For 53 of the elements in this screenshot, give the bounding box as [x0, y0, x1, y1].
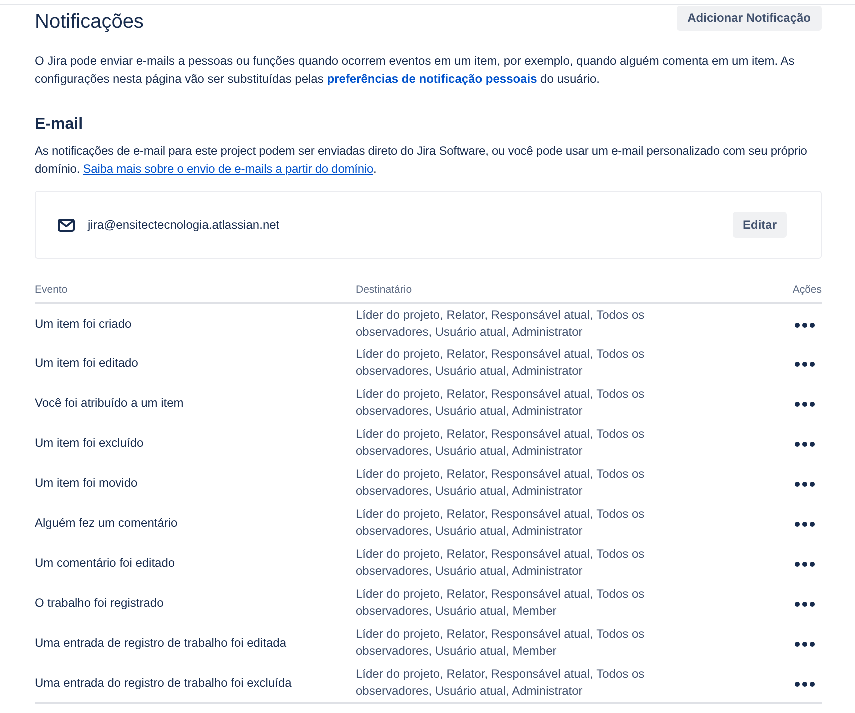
event-name: Alguém fez um comentário: [35, 516, 178, 530]
event-name: Um comentário foi editado: [35, 556, 176, 570]
intro-paragraph: O Jira pode enviar e-mails a pessoas ou funções quando ocorrem eventos em um item, por exemplo, quando alguém comenta em um item. As configurações nesta página vão ser substituídas pelas preferências de notificação pessoais do usuário.: [35, 53, 796, 88]
ellipsis-icon: [795, 322, 815, 328]
recipients-text: Líder do projeto, Relator, Responsável atual, Todos os observadores, Usuário atual, Administrator: [356, 426, 646, 460]
ellipsis-icon: [795, 442, 815, 447]
recipients-text: Líder do projeto, Relator, Responsável atual, Todos os observadores, Usuário atual, Administrator: [356, 466, 646, 500]
column-header: Destinatário: [356, 284, 412, 296]
event-name: Um item foi excluído: [35, 436, 144, 450]
column-header: Ações: [792, 284, 822, 296]
more-actions-button[interactable]: [795, 362, 815, 367]
section-heading: E-mail: [35, 115, 84, 135]
event-name: O trabalho foi registrado: [35, 596, 164, 610]
event-name: Um item foi criado: [35, 316, 132, 330]
ellipsis-icon: [795, 522, 815, 527]
ellipsis-icon: [795, 362, 815, 367]
event-name: Uma entrada do registro de trabalho foi excluída: [35, 676, 292, 690]
recipients-text: Líder do projeto, Relator, Responsável atual, Todos os observadores, Usuário atual, Administrator: [356, 386, 646, 420]
ellipsis-icon: [795, 562, 815, 567]
more-actions-button[interactable]: [795, 642, 815, 647]
more-actions-button[interactable]: [795, 682, 815, 686]
ellipsis-icon: [795, 602, 815, 607]
add-notification-button[interactable]: Adicionar Notificação: [676, 6, 822, 31]
ellipsis-icon: [795, 482, 815, 487]
ellipsis-icon: [795, 682, 815, 686]
event-name: Você foi atribuído a um item: [35, 396, 184, 410]
recipients-text: Líder do projeto, Relator, Responsável atual, Todos os observadores, Usuário atual, Member: [356, 626, 646, 660]
more-actions-button[interactable]: [795, 442, 815, 447]
recipients-text: Líder do projeto, Relator, Responsável atual, Todos os observadores, Usuário atual, Member: [356, 586, 646, 620]
email-description: As notificações de e-mail para este project podem ser enviadas direto do Jira Software, ou você pode usar um e-mail personalizado com seu próprio domínio. Saiba mais sobre o envio de e-mails a partir do domínio.: [35, 143, 808, 178]
more-actions-button[interactable]: [795, 562, 815, 567]
recipients-text: Líder do projeto, Relator, Responsável atual, Todos os observadores, Usuário atual, Administrator: [356, 346, 646, 380]
ellipsis-icon: [795, 642, 815, 647]
recipients-text: Líder do projeto, Relator, Responsável atual, Todos os observadores, Usuário atual, Administrator: [356, 546, 646, 580]
sender-email: jira@ensitectecnologia.atlassian.net: [88, 217, 280, 234]
more-actions-button[interactable]: [795, 482, 815, 487]
page-title: Notificações: [35, 10, 144, 34]
ellipsis-icon: [795, 402, 815, 407]
edit-button[interactable]: Editar: [732, 212, 787, 238]
event-name: Um item foi movido: [35, 476, 138, 490]
recipients-text: Líder do projeto, Relator, Responsável atual, Todos os observadores, Usuário atual, Administrator: [356, 666, 646, 700]
more-actions-button[interactable]: [795, 402, 815, 407]
event-name: Um item foi editado: [35, 356, 138, 370]
more-actions-button[interactable]: [795, 522, 815, 527]
more-actions-button[interactable]: [795, 602, 815, 607]
learn-more-link[interactable]: Saiba mais sobre o envio de e-mails a partir do domínio: [83, 162, 374, 176]
envelope-icon: [58, 218, 75, 232]
more-actions-button[interactable]: [795, 322, 815, 328]
event-name: Uma entrada de registro de trabalho foi editada: [35, 636, 286, 650]
column-header: Evento: [35, 284, 68, 296]
recipients-text: Líder do projeto, Relator, Responsável atual, Todos os observadores, Usuário atual, Administrator: [356, 506, 646, 540]
recipients-text: Líder do projeto, Relator, Responsável atual, Todos os observadores, Usuário atual, Administrator: [356, 306, 646, 340]
personal-preferences-link[interactable]: preferências de notificação pessoais: [327, 72, 538, 86]
